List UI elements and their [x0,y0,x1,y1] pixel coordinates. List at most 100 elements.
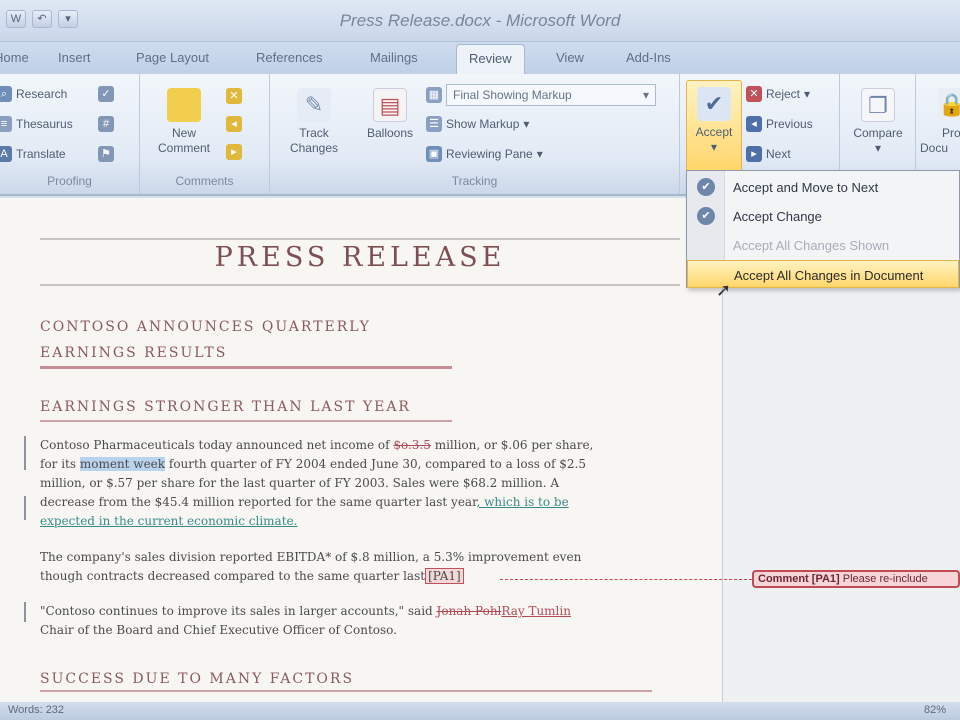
track-changes-label: Track Changes [289,126,339,155]
compare-label: Compare [853,126,903,140]
text-line: though contracts decreased compared to t… [40,567,660,586]
paragraph-quote[interactable]: "Contoso continues to improve its sales … [40,602,660,640]
protect-document-button[interactable]: 🔒 Pro Docu [920,88,960,156]
delete-comment-icon[interactable]: ✕ [226,88,242,104]
text-run: fourth quarter of FY 2004 ended June 30,… [165,457,586,471]
comment-text: Please re-include [842,573,928,585]
show-markup-label: Show Markup [446,117,520,131]
set-language-icon[interactable]: ⚑ [98,146,114,162]
display-for-review-dropdown[interactable]: Final Showing Markup ▾ [446,84,656,106]
menu-item-label: Accept and Move to Next [733,180,879,195]
research-button[interactable]: ⌕ Research [0,86,67,102]
heading-earnings-stronger[interactable]: EARNINGS STRONGER THAN LAST YEAR [40,394,411,420]
previous-icon: ◂ [746,116,762,132]
show-markup-icon: ☰ [426,116,442,132]
compare-button[interactable]: ❐ Compare ▾ [842,88,914,156]
document-title[interactable]: PRESS RELEASE [40,242,680,273]
research-icon: ⌕ [0,86,12,102]
tab-insert[interactable]: Insert [58,50,91,65]
deleted-text: $o.3.5 [393,438,431,452]
mouse-cursor-icon: ➚ [716,280,732,300]
next-button[interactable]: ▸ Next [746,146,791,162]
menu-item-accept-and-move-to-next[interactable]: ✔ Accept and Move to Next [687,173,959,201]
previous-comment-icon[interactable]: ◂ [226,116,242,132]
reviewing-pane-button[interactable]: ▣ Reviewing Pane ▾ [426,146,543,162]
accept-next-icon: ✔ [697,178,715,196]
title-bottom-rule [40,284,680,286]
heading-success[interactable]: SUCCESS DUE TO MANY FACTORS [40,666,354,692]
menu-item-accept-change[interactable]: ✔ Accept Change [687,202,959,230]
chevron-down-icon: ▾ [642,88,649,102]
heading-underline [40,690,652,692]
display-for-review[interactable]: ▦ Final Showing Markup ▾ [426,84,656,106]
comments-group-label: Comments [175,174,234,188]
chevron-down-icon: ▾ [804,87,811,101]
thesaurus-button[interactable]: ≡ Thesaurus [0,116,73,132]
text-run: though contracts decreased compared to t… [40,569,426,583]
status-bar: Words: 232 82% [0,702,960,720]
heading-earnings-results[interactable]: CONTOSO ANNOUNCES QUARTERLY EARNINGS RES… [40,314,371,366]
text-run: Contoso Pharmaceuticals today announced … [40,438,394,452]
comment-balloon[interactable]: Comment [PA1] Please re-include [752,570,960,588]
heading-underline [40,366,452,369]
previous-button[interactable]: ◂ Previous [746,116,813,132]
text-line: decrease from the $45.4 million reported… [40,493,660,512]
next-comment-icon[interactable]: ▸ [226,144,242,160]
text-line: The company's sales division reported EB… [40,550,582,564]
display-mode-value: Final Showing Markup [453,88,572,102]
balloons-label: Balloons [366,126,414,140]
tab-page-layout[interactable]: Page Layout [136,50,209,65]
zoom-level[interactable]: 82% [924,704,946,716]
show-markup-button[interactable]: ☰ Show Markup ▾ [426,116,529,132]
menu-item-label: Accept All Changes in Document [734,268,924,283]
reject-button[interactable]: ✕ Reject ▾ [746,86,810,102]
tab-references[interactable]: References [256,50,322,65]
comments-group: New Comment ✕ ◂ ▸ Comments [140,74,270,194]
text-run: million, or $.06 per share, [430,438,594,452]
document-page[interactable]: PRESS RELEASE CONTOSO ANNOUNCES QUARTERL… [0,198,722,702]
word-count-icon[interactable]: # [98,116,114,132]
spelling-icon[interactable]: ✓ [98,86,114,102]
display-for-review-icon: ▦ [426,87,442,103]
previous-label: Previous [766,117,813,131]
next-icon: ▸ [746,146,762,162]
text-line: million, or $.57 per share for the last … [40,476,560,490]
new-comment-button[interactable]: New Comment [148,88,220,156]
inserted-text: Ray Tumlin [501,604,571,618]
track-changes-button[interactable]: ✎ Track Changes [278,88,350,156]
tab-review[interactable]: Review [456,44,525,74]
translate-label: Translate [16,147,66,161]
chevron-down-icon: ▾ [523,117,530,131]
accept-dropdown-menu: ✔ Accept and Move to Next ✔ Accept Chang… [686,170,960,288]
translate-button[interactable]: A Translate [0,146,66,162]
lock-icon: 🔒 [938,88,960,122]
text-run: for its [40,457,80,471]
next-label: Next [766,147,791,161]
change-bar [24,436,26,470]
accept-button[interactable]: ✔ Accept ▾ [686,80,742,172]
tab-add-ins[interactable]: Add-Ins [626,50,671,65]
proofing-group: ⌕ Research ≡ Thesaurus A Translate ✓ # ⚑… [0,74,140,194]
translate-icon: A [0,146,12,162]
paragraph-ebitda[interactable]: The company's sales division reported EB… [40,548,660,586]
accept-change-icon: ✔ [697,207,715,225]
track-changes-icon: ✎ [297,88,331,122]
text-line: "Contoso continues to improve its sales … [40,602,660,621]
paragraph-earnings[interactable]: Contoso Pharmaceuticals today announced … [40,436,660,531]
tracking-group: ✎ Track Changes ▤ Balloons ▦ Final Showi… [270,74,680,194]
ribbon-tabs: Home Insert Page Layout References Maili… [0,42,960,74]
chevron-down-icon: ▾ [536,147,543,161]
balloons-button[interactable]: ▤ Balloons [354,88,426,141]
comment-marker[interactable]: [PA1] [425,568,464,584]
tab-view[interactable]: View [556,50,584,65]
word-count[interactable]: Words: 232 [8,704,64,716]
comment-id: [PA1] [811,573,840,585]
reviewing-pane-label: Reviewing Pane [446,147,533,161]
inserted-text: expected in the current economic climate… [40,514,298,528]
title-top-rule [40,238,680,240]
tab-mailings[interactable]: Mailings [370,50,418,65]
title-bar: W ↶ ▾ Press Release.docx - Microsoft Wor… [0,0,960,42]
proofing-group-label: Proofing [47,174,92,188]
thesaurus-icon: ≡ [0,116,12,132]
tab-home[interactable]: Home [0,50,29,65]
